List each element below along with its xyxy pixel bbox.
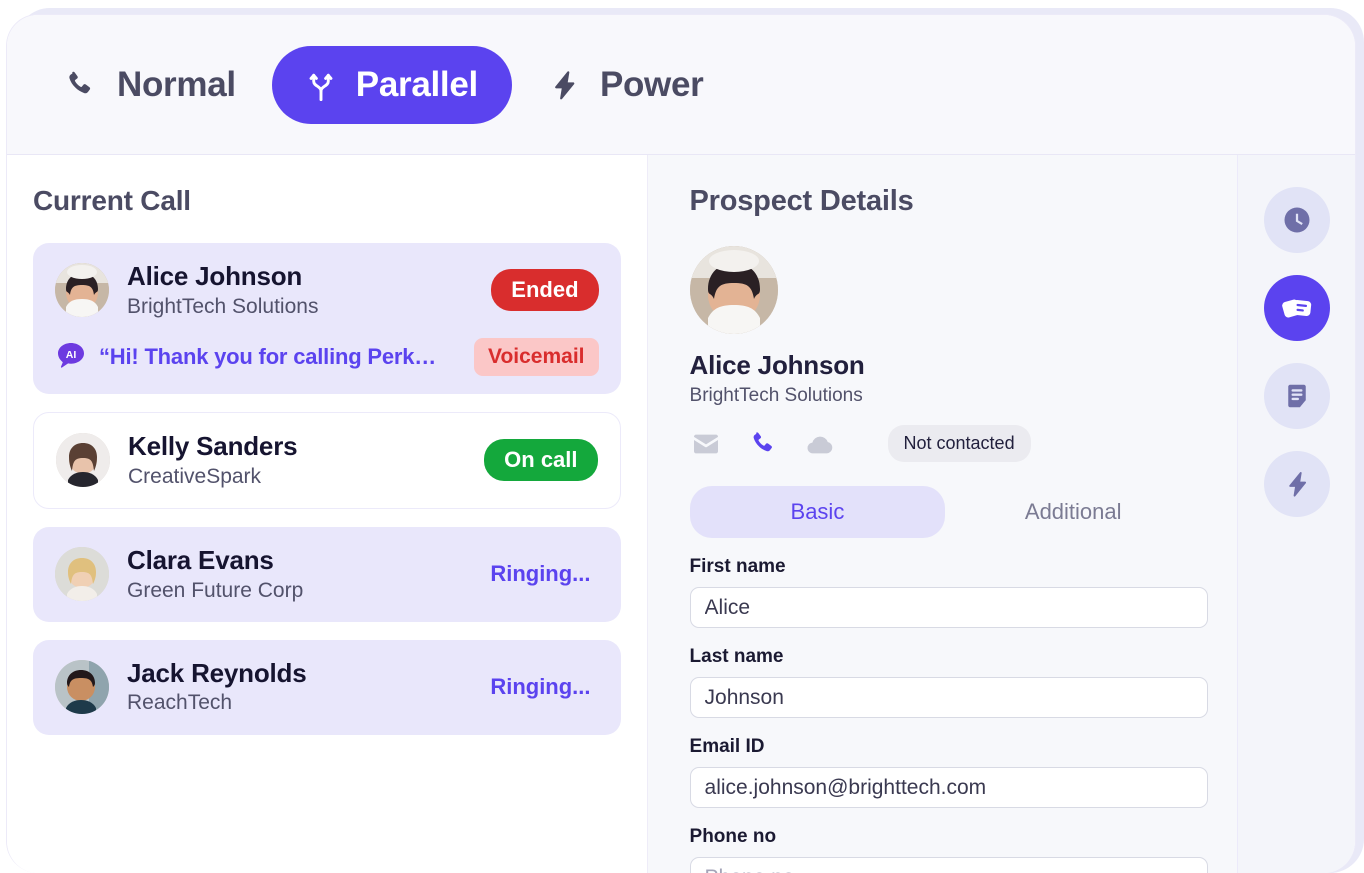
phone-icon[interactable]	[748, 429, 778, 459]
notes-icon	[1282, 381, 1312, 411]
main-body: Current Call Alice Johnson BrightTech So…	[7, 155, 1355, 873]
avatar	[55, 660, 109, 715]
call-identity: Clara Evans Green Future Corp	[127, 545, 452, 604]
mode-switcher-bar: Normal Parallel Power	[7, 15, 1355, 155]
call-company: CreativeSpark	[128, 464, 262, 488]
status-badge: Ended	[491, 269, 599, 312]
phone-icon	[63, 68, 97, 102]
mode-label-power: Power	[599, 64, 704, 104]
mode-button-normal[interactable]: Normal	[33, 46, 266, 124]
call-name: Jack Reynolds	[127, 657, 307, 688]
call-card-kelly[interactable]: Kelly Sanders CreativeSpark On call	[33, 411, 621, 509]
call-identity: Kelly Sanders CreativeSpark	[128, 431, 466, 490]
email-input[interactable]	[689, 767, 1208, 808]
call-name: Alice Johnson	[127, 261, 303, 291]
mode-button-parallel[interactable]: Parallel	[271, 45, 512, 124]
call-row: Clara Evans Green Future Corp Ringing...	[55, 545, 599, 604]
svg-text:AI: AI	[66, 349, 77, 361]
email-icon[interactable]	[690, 428, 722, 460]
rail-button-notes[interactable]	[1263, 363, 1330, 429]
prospect-name: Alice Johnson	[689, 350, 865, 380]
tab-additional[interactable]: Additional	[945, 486, 1201, 538]
first-name-input[interactable]	[689, 587, 1208, 628]
call-name: Kelly Sanders	[128, 430, 298, 461]
field-email-id: Email ID	[689, 736, 1208, 808]
call-identity: Jack Reynolds ReachTech	[127, 658, 452, 717]
prospect-avatar	[689, 246, 778, 334]
transcript-row: AI “Hi! Thank you for calling Perk… Voic…	[55, 337, 599, 376]
current-call-panel: Current Call Alice Johnson BrightTech So…	[7, 155, 648, 873]
tab-basic[interactable]: Basic	[689, 486, 946, 538]
avatar	[55, 263, 109, 318]
page-title: Current Call	[33, 185, 191, 216]
field-label: Phone no	[689, 826, 777, 847]
app-root: Normal Parallel Power Current Call Alice…	[0, 0, 1364, 873]
contact-actions: Not contacted	[690, 425, 1202, 462]
status-badge: Ringing...	[490, 561, 591, 587]
call-card-alice[interactable]: Alice Johnson BrightTech Solutions Ended…	[33, 243, 621, 394]
rail-button-script[interactable]	[1263, 275, 1330, 341]
call-company: Green Future Corp	[127, 578, 304, 602]
call-row: Jack Reynolds ReachTech Ringing...	[55, 658, 599, 717]
prospect-company: BrightTech Solutions	[689, 385, 863, 406]
prospect-details-panel: Prospect Details Alice Johnson BrightTec…	[647, 155, 1239, 873]
avatar	[55, 547, 109, 602]
field-label: Last name	[689, 646, 784, 667]
status-badge: Not contacted	[887, 425, 1031, 462]
field-last-name: Last name	[689, 646, 1208, 718]
mode-button-power[interactable]: Power	[518, 46, 734, 124]
call-name: Clara Evans	[127, 544, 274, 575]
fork-icon	[306, 68, 336, 102]
ai-badge-icon: AI	[55, 341, 87, 373]
field-label: First name	[689, 556, 786, 577]
last-name-input[interactable]	[689, 677, 1208, 718]
call-card-jack[interactable]: Jack Reynolds ReachTech Ringing...	[33, 639, 621, 735]
cloud-icon[interactable]	[804, 428, 836, 460]
status-badge: Ringing...	[490, 674, 591, 700]
lightning-icon	[1283, 470, 1311, 498]
call-row: Alice Johnson BrightTech Solutions Ended	[55, 261, 599, 320]
details-tabs: Basic Additional	[689, 486, 1202, 538]
rail-button-actions[interactable]	[1263, 451, 1330, 517]
call-company: ReachTech	[127, 691, 233, 715]
avatar	[56, 433, 110, 488]
cards-icon	[1280, 291, 1314, 325]
details-title: Prospect Details	[689, 185, 914, 217]
lightning-icon	[548, 68, 580, 102]
mode-label-parallel: Parallel	[355, 64, 478, 104]
call-identity: Alice Johnson BrightTech Solutions	[127, 261, 473, 320]
clock-icon	[1282, 205, 1312, 235]
phone-input[interactable]	[689, 857, 1208, 873]
call-row: Kelly Sanders CreativeSpark On call	[56, 431, 598, 490]
voicemail-badge: Voicemail	[474, 337, 599, 376]
field-label: Email ID	[689, 736, 765, 757]
call-card-clara[interactable]: Clara Evans Green Future Corp Ringing...	[33, 526, 621, 622]
field-phone-no: Phone no	[689, 826, 1208, 873]
mode-label-normal: Normal	[117, 64, 236, 104]
app-window: Normal Parallel Power Current Call Alice…	[6, 14, 1356, 873]
field-first-name: First name	[689, 556, 1208, 628]
rail-button-history[interactable]	[1263, 187, 1330, 253]
status-badge: On call	[484, 439, 598, 482]
right-rail	[1238, 155, 1355, 873]
transcript-text: “Hi! Thank you for calling Perk…	[99, 343, 437, 369]
call-company: BrightTech Solutions	[127, 294, 319, 318]
